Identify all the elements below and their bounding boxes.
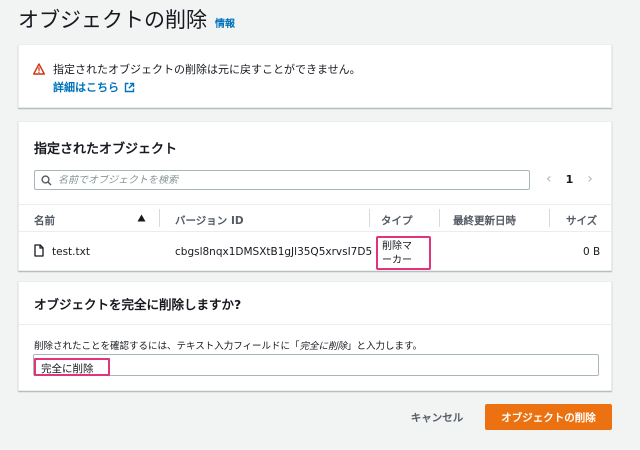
pagination: ‹ 1 ›	[546, 172, 593, 186]
page-title: オブジェクトの削除	[18, 8, 207, 32]
table-row[interactable]: test.txt cbgsl8nqx1DMSXtB1gJl35Q5xrvsI7D…	[19, 234, 611, 270]
column-divider[interactable]	[369, 209, 370, 227]
column-divider[interactable]	[549, 209, 550, 227]
confirm-description: 削除されたことを確認するには、テキスト入力フィールドに「完全に削除」と入力します…	[34, 338, 422, 352]
cancel-button[interactable]: キャンセル	[402, 404, 472, 430]
prev-page-button[interactable]: ‹	[546, 172, 552, 186]
warning-alert: 指定されたオブジェクトの削除は元に戻すことができません。 詳細はこちら	[18, 44, 612, 108]
confirm-description-post: 」と入力します。	[347, 341, 423, 352]
alert-message: 指定されたオブジェクトの削除は元に戻すことができません。	[53, 63, 361, 76]
alert-row: 指定されたオブジェクトの削除は元に戻すことができません。	[33, 61, 361, 77]
column-header-type[interactable]: タイプ	[381, 213, 413, 228]
next-page-button[interactable]: ›	[587, 172, 593, 186]
info-link[interactable]: 情報	[215, 15, 235, 30]
action-bar: キャンセル オブジェクトの削除	[0, 404, 640, 430]
delete-objects-button[interactable]: オブジェクトの削除	[485, 404, 612, 430]
confirm-title: オブジェクトを完全に削除しますか?	[34, 297, 242, 312]
specified-objects-panel: 指定されたオブジェクト ‹ 1 › 名前 バージョン ID タイプ 最終更新日時…	[18, 121, 612, 271]
search-box[interactable]	[34, 170, 530, 190]
cell-type-highlighted: 削除マ ーカー	[376, 236, 431, 270]
confirm-delete-panel: オブジェクトを完全に削除しますか? 削除されたことを確認するには、テキスト入力フ…	[18, 281, 612, 391]
column-header-name[interactable]: 名前	[34, 213, 55, 228]
cell-size: 0 B	[583, 246, 601, 258]
confirm-text-field[interactable]	[33, 354, 599, 376]
cell-version: cbgsl8nqx1DMSXtB1gJl35Q5xrvsI7D5	[175, 246, 373, 258]
learn-more-label: 詳細はこちら	[53, 81, 119, 94]
cell-name: test.txt	[52, 246, 90, 258]
sort-ascending-icon[interactable]	[137, 214, 146, 222]
cell-type-line2: ーカー	[382, 255, 412, 266]
search-icon	[41, 174, 52, 186]
file-icon	[34, 244, 44, 257]
learn-more-link[interactable]: 詳細はこちら	[53, 79, 135, 95]
confirm-input-value[interactable]: 完全に削除	[34, 358, 110, 376]
confirm-description-pre: 削除されたことを確認するには、テキスト入力フィールドに「	[34, 341, 300, 352]
confirm-description-phrase: 完全に削除	[299, 341, 348, 352]
column-divider[interactable]	[159, 209, 160, 227]
external-link-icon	[124, 82, 135, 92]
column-header-size[interactable]: サイズ	[566, 213, 597, 228]
page-header: オブジェクトの削除 情報	[18, 4, 235, 34]
search-input[interactable]	[58, 174, 518, 186]
section-title: 指定されたオブジェクト	[34, 142, 178, 157]
current-page[interactable]: 1	[566, 173, 574, 186]
column-header-version[interactable]: バージョン ID	[175, 213, 244, 228]
column-divider[interactable]	[439, 209, 440, 227]
table-header: 名前 バージョン ID タイプ 最終更新日時 サイズ	[19, 204, 611, 232]
cell-type-line1: 削除マ	[382, 241, 412, 252]
column-header-last-modified[interactable]: 最終更新日時	[453, 213, 516, 228]
warning-icon	[33, 63, 45, 75]
divider	[19, 324, 611, 325]
